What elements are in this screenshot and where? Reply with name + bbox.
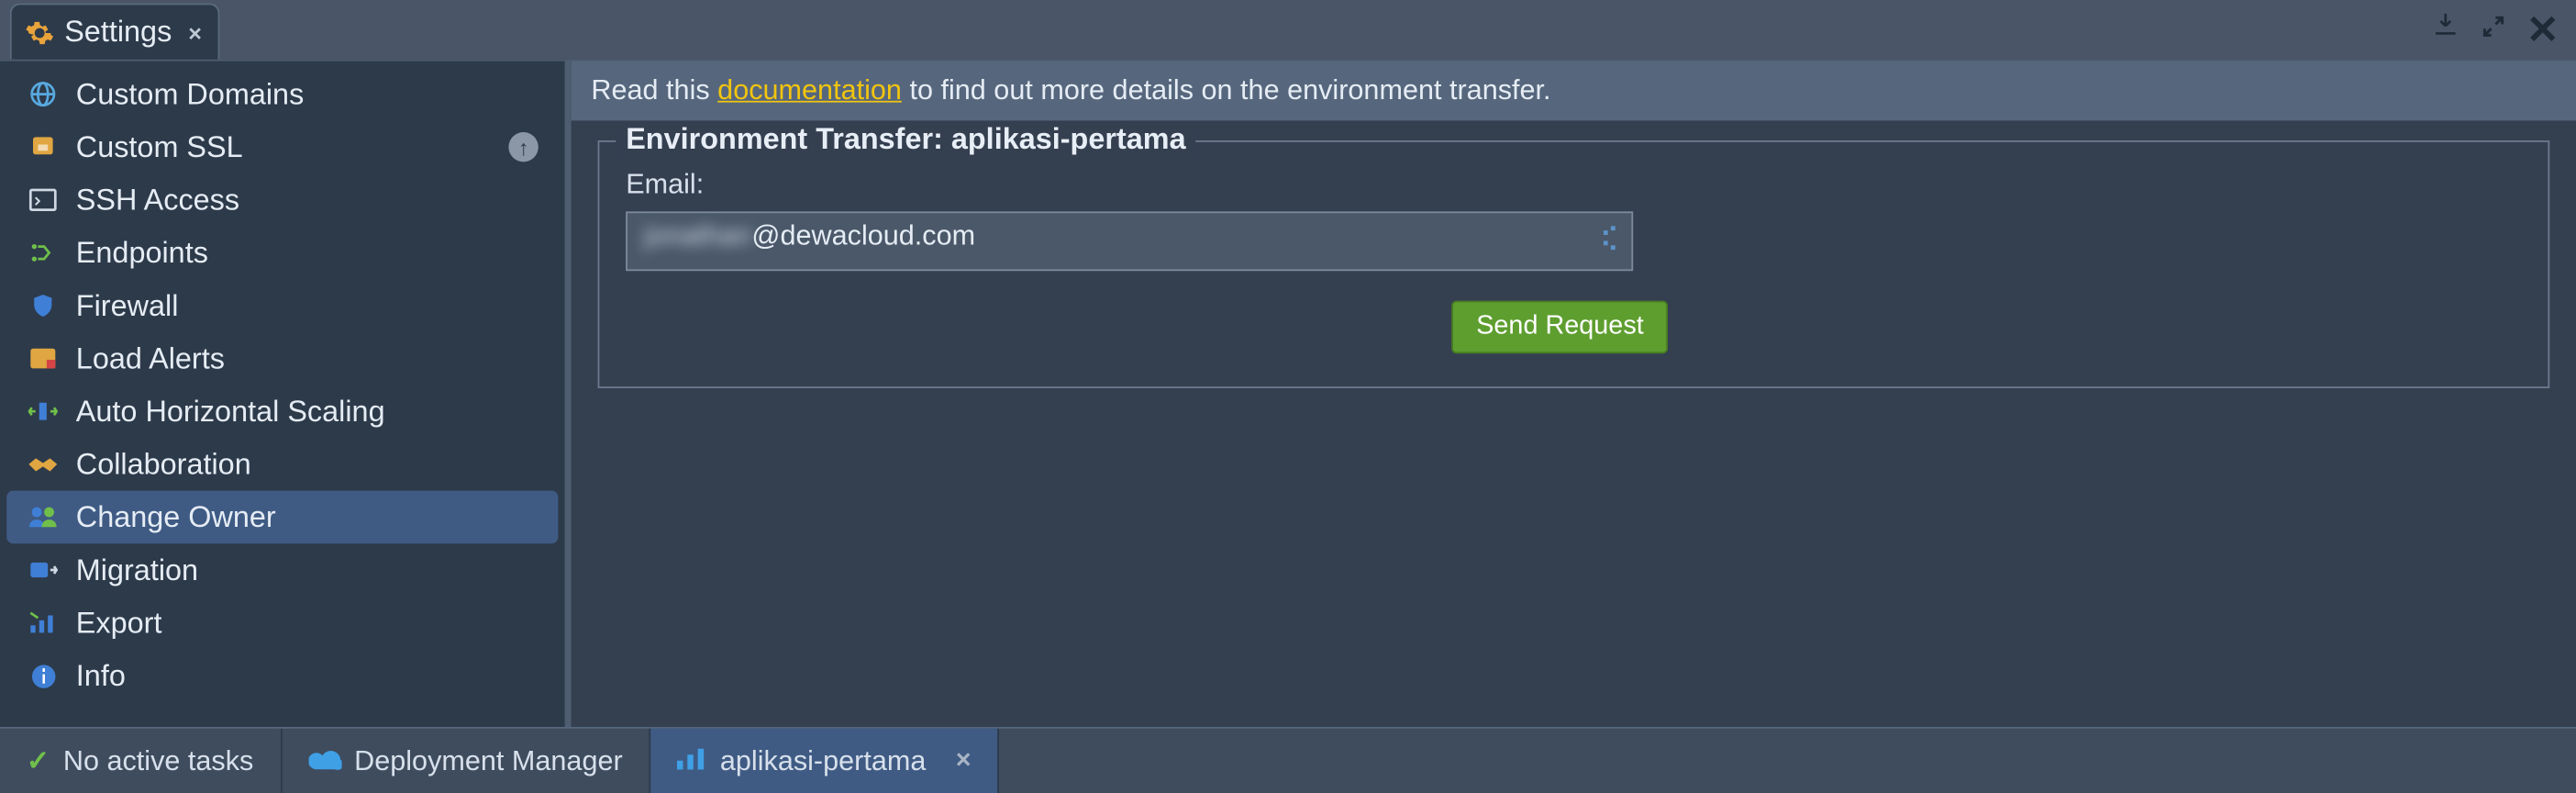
sidebar-item-collaboration[interactable]: Collaboration	[6, 438, 558, 491]
banner-text-suffix: to find out more details on the environm…	[902, 74, 1551, 106]
ssl-icon	[27, 130, 60, 163]
status-tasks[interactable]: ✓ No active tasks	[0, 729, 282, 793]
email-label: Email:	[626, 169, 2521, 202]
sidebar-item-label: Endpoints	[76, 236, 208, 271]
sidebar-item-load-alerts[interactable]: Load Alerts	[6, 332, 558, 385]
handshake-icon	[27, 448, 60, 481]
check-icon: ✓	[27, 744, 50, 777]
tab-settings[interactable]: Settings ×	[10, 4, 220, 60]
sidebar-item-label: Custom Domains	[76, 77, 304, 112]
email-masked-part: jonathan	[644, 219, 751, 251]
sidebar-item-label: Firewall	[76, 288, 179, 323]
shield-icon	[27, 289, 60, 322]
fieldset-legend: Environment Transfer: aplikasi-pertama	[616, 122, 1195, 157]
email-visible-part: @dewacloud.com	[751, 219, 975, 251]
globe-icon	[27, 78, 60, 111]
tab-strip: Settings × ✕	[0, 0, 2576, 60]
main-panel: Read this documentation to find out more…	[572, 61, 2576, 727]
scaling-icon	[27, 395, 60, 428]
export-icon	[27, 607, 60, 640]
tab-title: Settings	[64, 15, 172, 50]
info-banner: Read this documentation to find out more…	[572, 61, 2576, 121]
sidebar-item-migration[interactable]: Migration	[6, 543, 558, 597]
sidebar-item-label: Custom SSL	[76, 129, 243, 164]
send-request-button[interactable]: Send Request	[1451, 301, 1669, 354]
settings-sidebar: Custom Domains Custom SSL ↑ SSH Access Endpo…	[0, 61, 572, 727]
upgrade-badge-icon[interactable]: ↑	[508, 132, 538, 162]
sidebar-item-label: Auto Horizontal Scaling	[76, 394, 385, 429]
cloud-icon	[308, 744, 341, 777]
sidebar-item-label: Load Alerts	[76, 341, 225, 376]
environment-transfer-fieldset: Environment Transfer: aplikasi-pertama E…	[598, 140, 2550, 388]
sidebar-item-label: Change Owner	[76, 500, 276, 535]
sidebar-item-label: Info	[76, 658, 126, 693]
close-window-icon[interactable]: ✕	[2526, 6, 2559, 53]
sidebar-item-custom-ssl[interactable]: Custom SSL ↑	[6, 120, 558, 173]
migration-icon	[27, 553, 60, 586]
status-deployment-manager[interactable]: Deployment Manager	[282, 729, 650, 793]
info-icon	[27, 659, 60, 692]
sidebar-item-auto-horizontal-scaling[interactable]: Auto Horizontal Scaling	[6, 385, 558, 438]
clear-input-icon[interactable]	[1604, 226, 1618, 257]
download-icon[interactable]	[2430, 10, 2459, 50]
sidebar-item-label: Export	[76, 606, 162, 641]
sidebar-item-label: Collaboration	[76, 447, 251, 482]
email-field[interactable]: jonathan@dewacloud.com	[626, 211, 1633, 271]
env-icon	[677, 744, 706, 777]
sidebar-item-info[interactable]: Info	[6, 649, 558, 702]
alert-icon	[27, 342, 60, 375]
close-icon[interactable]: ×	[188, 19, 202, 46]
gear-icon	[25, 17, 54, 47]
owner-icon	[27, 500, 60, 533]
deployment-label: Deployment Manager	[354, 744, 623, 777]
sidebar-item-label: SSH Access	[76, 183, 239, 218]
expand-icon[interactable]	[2480, 11, 2506, 49]
banner-text-prefix: Read this	[591, 74, 717, 106]
window-controls: ✕	[2430, 0, 2576, 60]
status-env-tab[interactable]: aplikasi-pertama ×	[650, 729, 999, 793]
sidebar-item-export[interactable]: Export	[6, 597, 558, 650]
close-env-tab-icon[interactable]: ×	[956, 746, 972, 776]
sidebar-item-endpoints[interactable]: Endpoints	[6, 227, 558, 280]
tasks-label: No active tasks	[63, 744, 253, 777]
sidebar-item-firewall[interactable]: Firewall	[6, 279, 558, 332]
email-row: Email: jonathan@dewacloud.com Send Reque…	[626, 169, 2521, 354]
status-bar: ✓ No active tasks Deployment Manager apl…	[0, 727, 2576, 793]
endpoints-icon	[27, 236, 60, 269]
app-window: Settings × ✕ Custom Domains Custom SSL ↑ SS…	[0, 0, 2576, 793]
sidebar-item-custom-domains[interactable]: Custom Domains	[6, 68, 558, 121]
sidebar-item-label: Migration	[76, 553, 198, 587]
terminal-icon	[27, 184, 60, 217]
sidebar-item-ssh-access[interactable]: SSH Access	[6, 173, 558, 227]
sidebar-item-change-owner[interactable]: Change Owner	[6, 491, 558, 544]
env-tab-label: aplikasi-pertama	[720, 744, 927, 777]
body-split: Custom Domains Custom SSL ↑ SSH Access Endpo…	[0, 60, 2576, 727]
documentation-link[interactable]: documentation	[717, 74, 902, 106]
